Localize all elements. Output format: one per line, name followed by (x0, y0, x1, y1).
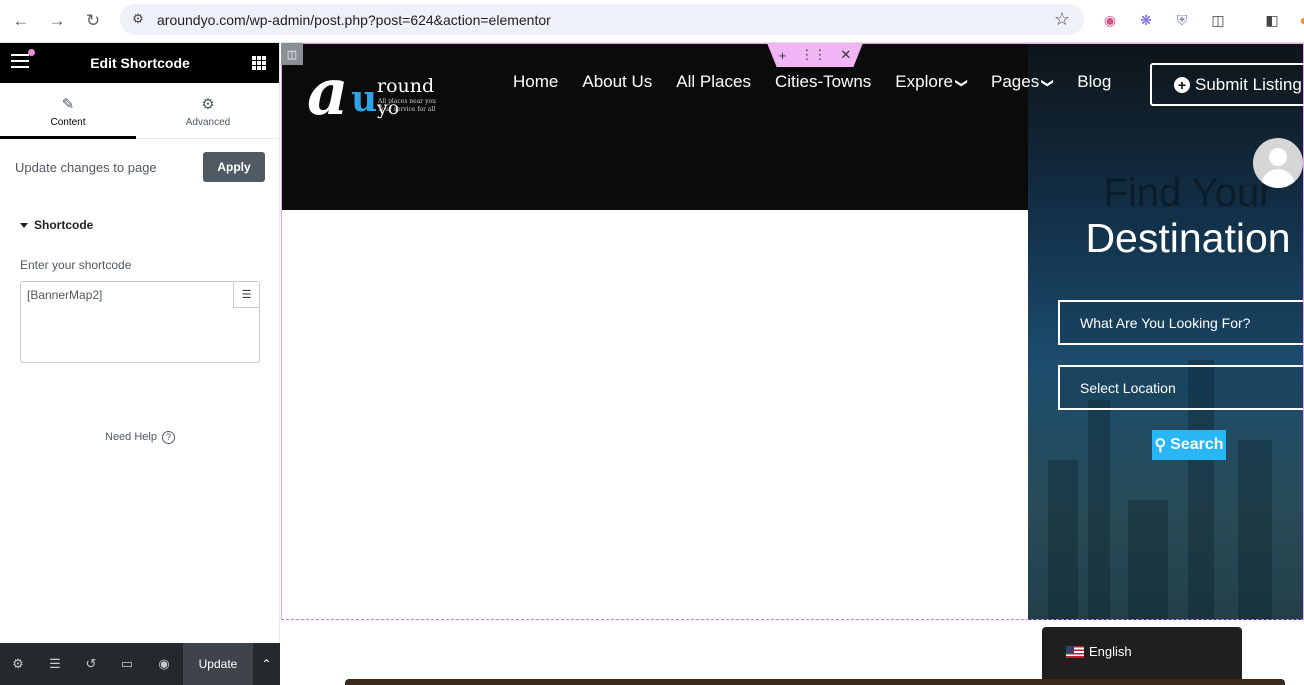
site-info-icon[interactable]: ⚙ (128, 9, 148, 29)
shortcode-field-label: Enter your shortcode (20, 258, 132, 272)
hero-destination-text: Destination (1085, 215, 1291, 261)
hero-search-section: Find Your Destination What Are You Looki… (1028, 43, 1304, 620)
section-title-label: Shortcode (34, 218, 94, 232)
question-icon: ? (161, 431, 175, 444)
url-text[interactable]: aroundyo.com/wp-admin/post.php?post=624&… (157, 12, 551, 28)
add-section-icon[interactable]: + (779, 48, 787, 63)
nav-pages[interactable]: Pages ❯ (991, 72, 1056, 92)
nav-explore[interactable]: Explore ❯ (895, 72, 969, 92)
logo-tagline: All places near you Your service for all (378, 98, 436, 113)
chevron-up-icon[interactable]: ⌃ (253, 643, 280, 685)
search-button-label: Search (1170, 436, 1224, 453)
history-icon[interactable]: ↺ (82, 655, 100, 673)
tab-advanced-label: Advanced (185, 117, 231, 128)
search-icon: ⚲ (1154, 437, 1167, 454)
widgets-grid-icon[interactable] (252, 56, 266, 70)
next-section-preview (345, 679, 1285, 685)
panel-header: Edit Shortcode (0, 43, 279, 83)
extension-shield-icon[interactable]: ⛨ (1172, 10, 1192, 30)
looking-for-input[interactable]: What Are You Looking For? (1058, 300, 1304, 345)
profile-icon[interactable]: ● (1294, 10, 1304, 30)
logo-letter-a: a (307, 55, 349, 130)
search-button[interactable]: ⚲ Search (1152, 430, 1226, 460)
main-navigation: Home About Us All Places Cities-Towns Ex… (513, 72, 1111, 92)
apply-description: Update changes to page (15, 160, 157, 175)
chevron-down-icon: ❯ (1041, 77, 1056, 89)
nav-cities-towns[interactable]: Cities-Towns (775, 72, 871, 92)
extensions-puzzle-icon[interactable]: ◫ (1208, 10, 1228, 30)
bookmark-star-icon[interactable]: ☆ (1054, 9, 1070, 30)
caret-down-icon (20, 223, 28, 229)
settings-gear-icon[interactable]: ⚙ (9, 655, 27, 673)
navigator-layers-icon[interactable]: ☰ (46, 655, 64, 673)
nav-home[interactable]: Home (513, 72, 558, 92)
drag-section-icon[interactable]: ⋮⋮ (800, 47, 826, 63)
language-label: English (1089, 644, 1132, 659)
gear-icon: ⚙ (201, 96, 215, 113)
need-help-link[interactable]: Need Help? (105, 431, 175, 444)
apply-button[interactable]: Apply (203, 152, 265, 182)
preview-eye-icon[interactable]: ◉ (155, 655, 173, 673)
delete-section-icon[interactable]: ✕ (840, 47, 851, 63)
nav-blog[interactable]: Blog (1077, 72, 1111, 92)
need-help-label: Need Help (105, 431, 157, 443)
back-icon[interactable]: ← (8, 8, 34, 34)
location-placeholder: Select Location (1080, 379, 1176, 396)
submit-listing-label: Submit Listing (1195, 74, 1302, 94)
site-logo[interactable]: a u round yo All places near you Your ser… (307, 61, 447, 129)
dynamic-tags-icon[interactable]: ☰ (233, 282, 259, 308)
panel-tabs: ✎ Content ⚙ Advanced (0, 83, 279, 139)
plus-circle-icon: + (1174, 76, 1190, 93)
looking-for-placeholder: What Are You Looking For? (1080, 314, 1251, 331)
reload-icon[interactable]: ↻ (80, 8, 106, 34)
logo-letter-u: u (351, 78, 378, 120)
tab-content[interactable]: ✎ Content (0, 83, 136, 139)
pencil-icon: ✎ (61, 96, 75, 113)
browser-toolbar: ← → ↻ ⚙ aroundyo.com/wp-admin/post.php?p… (0, 0, 1304, 43)
shortcode-input[interactable] (20, 281, 260, 363)
chevron-down-icon: ❯ (954, 77, 969, 89)
nav-all-places[interactable]: All Places (676, 72, 751, 92)
side-panel-icon[interactable]: ◧ (1262, 10, 1282, 30)
us-flag-icon (1066, 646, 1084, 658)
address-bar[interactable]: ⚙ aroundyo.com/wp-admin/post.php?post=62… (120, 4, 1084, 35)
panel-footer: ⚙ ☰ ↺ ▭ ◉ Update ⌃ (0, 643, 280, 685)
extension-color-icon[interactable]: ◉ (1100, 10, 1120, 30)
preview-canvas: Find Your Destination What Are You Looki… (281, 43, 1304, 685)
location-select[interactable]: Select Location (1058, 365, 1304, 410)
forward-icon[interactable]: → (44, 8, 70, 34)
column-handle-icon[interactable]: ◫ (281, 43, 303, 65)
language-switcher[interactable]: English (1042, 627, 1242, 685)
extension-sparkle-icon[interactable]: ❋ (1136, 10, 1156, 30)
section-edit-handle[interactable]: + ⋮⋮ ✕ (767, 43, 863, 67)
panel-title: Edit Shortcode (90, 55, 190, 71)
submit-listing-button[interactable]: + Submit Listing (1150, 63, 1304, 106)
apply-row: Update changes to page Apply (0, 139, 279, 194)
tab-advanced[interactable]: ⚙ Advanced (140, 83, 276, 139)
user-avatar[interactable] (1253, 138, 1303, 188)
nav-about-us[interactable]: About Us (582, 72, 652, 92)
update-button[interactable]: Update (183, 643, 253, 685)
elementor-panel: Edit Shortcode ✎ Content ⚙ Advanced Upda… (0, 43, 280, 685)
section-shortcode-toggle[interactable]: Shortcode (20, 218, 93, 232)
tab-content-label: Content (50, 117, 86, 128)
responsive-mode-icon[interactable]: ▭ (118, 655, 136, 673)
